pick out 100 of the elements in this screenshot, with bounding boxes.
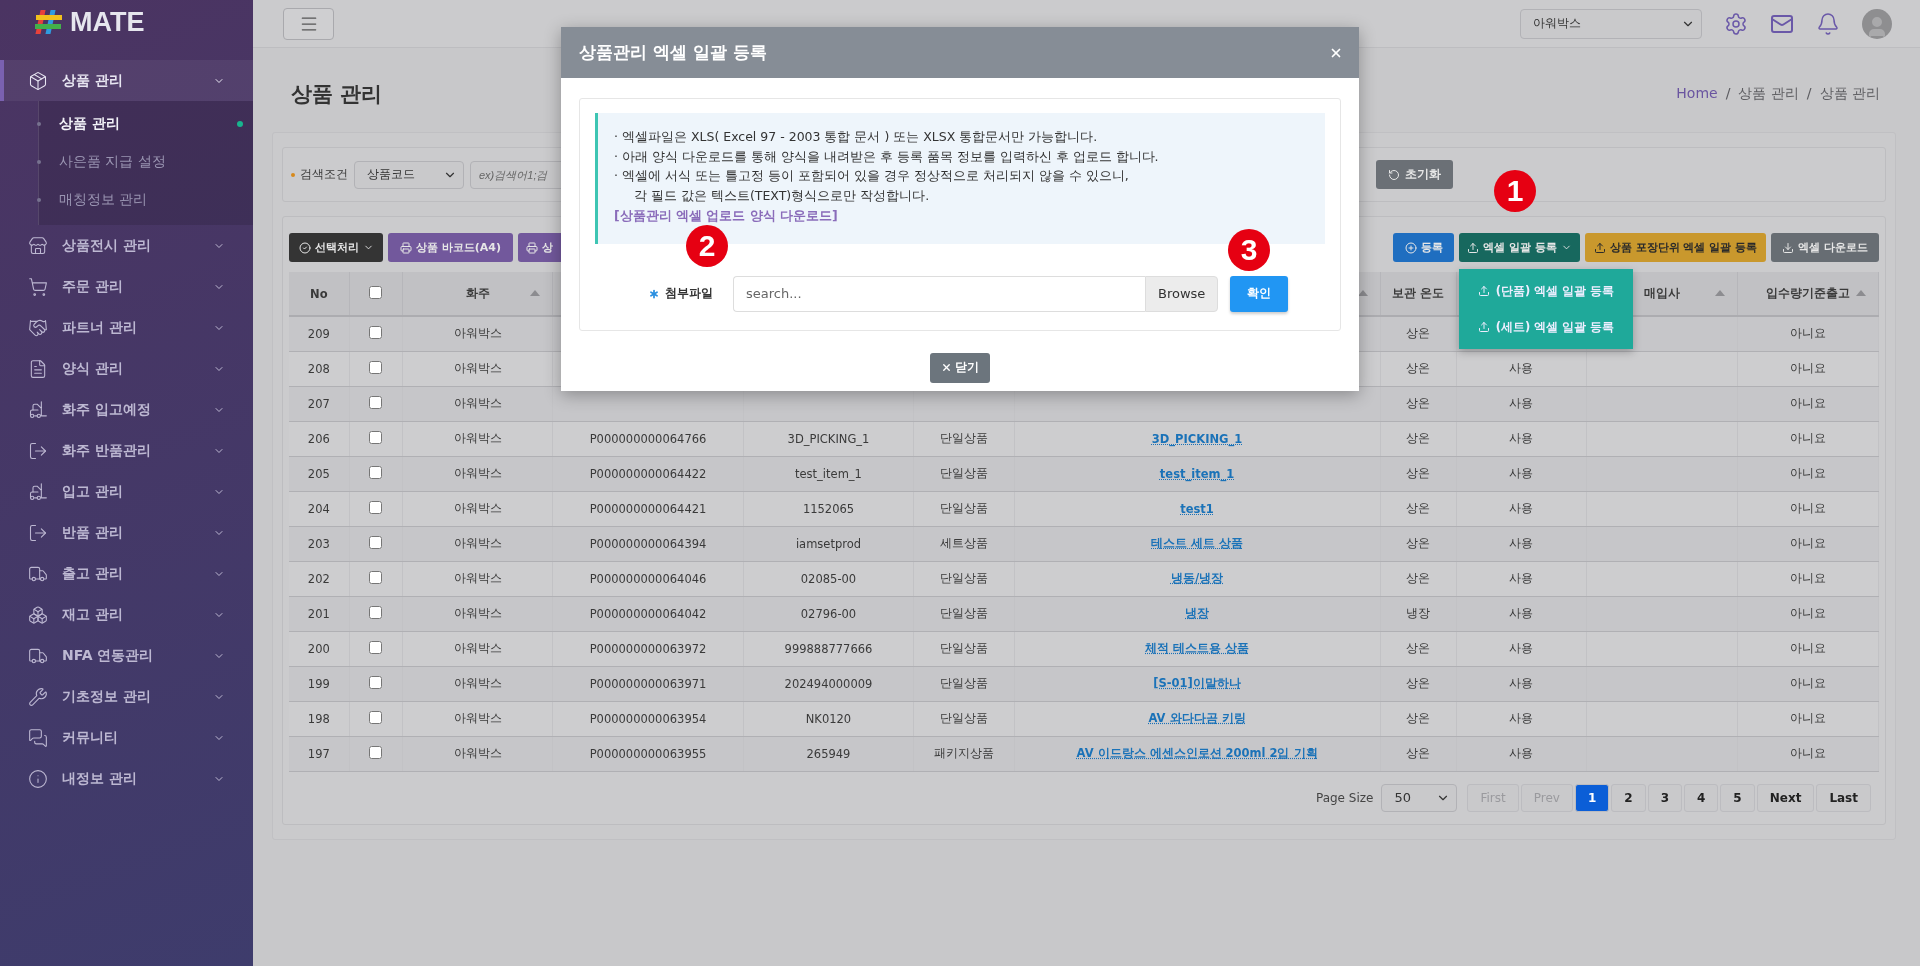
table-cell: 사용: [1509, 641, 1534, 655]
row-checkbox[interactable]: [369, 465, 383, 479]
sidebar-item[interactable]: 입고 관리: [0, 471, 253, 512]
row-checkbox[interactable]: [369, 640, 383, 654]
product-name-link[interactable]: AV 와다다곰 키링: [1148, 711, 1246, 725]
column-header: 화주: [465, 286, 490, 300]
table-cell: 아니요: [1789, 746, 1826, 760]
sidebar-subitem[interactable]: 매칭정보 관리: [39, 181, 253, 219]
confirm-button[interactable]: 확인: [1230, 275, 1289, 312]
table-cell: 상온: [1406, 711, 1431, 725]
table-cell: 단일상품: [939, 466, 988, 480]
product-name-link[interactable]: 3D_PICKING_1: [1151, 431, 1243, 446]
product-name-link[interactable]: [S-01]이말하나: [1153, 676, 1241, 690]
settings-icon[interactable]: [1724, 11, 1748, 36]
browse-button[interactable]: Browse: [1145, 275, 1219, 312]
product-name-link[interactable]: 냉장: [1185, 606, 1209, 620]
row-checkbox[interactable]: [369, 745, 383, 759]
row-checkbox[interactable]: [369, 500, 383, 514]
sidebar-item[interactable]: 커뮤니티: [0, 717, 253, 758]
required-dot: [291, 172, 295, 177]
sidebar-item[interactable]: 기초정보 관리: [0, 676, 253, 717]
sidebar-item[interactable]: 상품전시 관리: [0, 225, 253, 266]
toolbar-button[interactable]: 상품 포장단위 엑셀 일괄 등록: [1585, 233, 1766, 262]
file-path-field[interactable]: search...: [733, 275, 1145, 312]
table-cell: 198: [307, 711, 330, 726]
page-button[interactable]: 1: [1574, 783, 1610, 812]
sidebar-item[interactable]: 양식 관리: [0, 348, 253, 389]
page-button[interactable]: 4: [1684, 783, 1719, 812]
product-name-link[interactable]: test_item_1: [1159, 466, 1235, 481]
table-cell: 단일상품: [939, 676, 988, 690]
row-checkbox[interactable]: [369, 675, 383, 689]
row-checkbox[interactable]: [369, 710, 383, 724]
table-cell: 단일상품: [939, 431, 988, 445]
table-cell: P000000000063954: [589, 711, 707, 726]
search-field-select[interactable]: 상품코드: [354, 160, 464, 189]
toolbar-button[interactable]: 선택처리: [289, 233, 383, 262]
sidebar-item[interactable]: NFA 연동관리: [0, 635, 253, 676]
row-checkbox[interactable]: [369, 535, 383, 549]
template-download-link[interactable]: [상품관리 엑셀 업로드 양식 다운로드]: [614, 208, 838, 223]
notification-bell-icon[interactable]: [1816, 11, 1840, 36]
handshake-icon: [28, 317, 48, 338]
page-button[interactable]: 5: [1720, 783, 1755, 812]
table-cell: P000000000064394: [589, 536, 707, 551]
row-checkbox[interactable]: [369, 605, 383, 619]
table-cell: 999888777666: [784, 641, 873, 656]
toolbar-button[interactable]: 상품 바코드(A4): [388, 233, 513, 262]
page-button[interactable]: Next: [1756, 783, 1815, 812]
toolbar-button[interactable]: 등록: [1393, 233, 1454, 262]
page-button[interactable]: 3: [1647, 783, 1682, 812]
table-cell: P000000000064042: [589, 606, 707, 621]
instruction-text: · 아래 양식 다운로드를 통해 양식을 내려받은 후 등록 품목 정보를 입력하신 후 업로드 합니다.: [614, 147, 1160, 166]
table-cell: 단일상품: [939, 711, 988, 725]
sidebar-item[interactable]: 화주 입고예정: [0, 389, 253, 430]
row-checkbox[interactable]: [369, 360, 383, 374]
row-checkbox[interactable]: [369, 570, 383, 584]
sidebar-item[interactable]: 출고 관리: [0, 553, 253, 594]
sidebar-item[interactable]: 상품 관리: [0, 60, 253, 101]
sidebar-item[interactable]: 주문 관리: [0, 266, 253, 307]
page-size-select[interactable]: 50: [1381, 783, 1458, 812]
close-button[interactable]: 닫기: [930, 352, 990, 383]
sidebar-subitem[interactable]: 상품 관리: [39, 105, 253, 143]
page-button[interactable]: 2: [1611, 783, 1646, 812]
sidebar-subitem[interactable]: 사은품 지급 설정: [39, 143, 253, 181]
menu-button[interactable]: [283, 7, 334, 40]
table-cell: 1152065: [802, 501, 855, 516]
table-cell: 상온: [1406, 746, 1431, 760]
reset-button[interactable]: 초기화: [1376, 160, 1453, 189]
breadcrumb-link[interactable]: Home: [1676, 85, 1718, 103]
store-select[interactable]: 아워박스: [1520, 8, 1702, 39]
sort-icon[interactable]: [1357, 290, 1368, 296]
sidebar-item[interactable]: 화주 반품관리: [0, 430, 253, 471]
table-cell: P000000000064766: [589, 431, 707, 446]
product-name-link[interactable]: 냉동/냉장: [1170, 571, 1224, 585]
sidebar-item[interactable]: 내정보 관리: [0, 758, 253, 799]
table-cell: 아워박스: [453, 536, 502, 550]
row-checkbox[interactable]: [369, 430, 383, 444]
table-cell: 3D_PICKING_1: [787, 431, 870, 446]
product-name-link[interactable]: 테스트 세트 상품: [1151, 536, 1244, 550]
product-name-link[interactable]: AV 이드랑스 에센스인로션 200ml 2입 기획: [1076, 746, 1318, 760]
toolbar-button[interactable]: 엑셀 다운로드: [1771, 233, 1879, 262]
sidebar-item[interactable]: 재고 관리: [0, 594, 253, 635]
sidebar-item[interactable]: 파트너 관리: [0, 307, 253, 348]
table-cell: 02085-00: [800, 571, 857, 586]
table-cell: P000000000064422: [589, 466, 707, 481]
row-checkbox[interactable]: [369, 325, 383, 339]
table-cell: 사용: [1509, 501, 1534, 515]
table-cell: 202: [307, 571, 330, 586]
upload-icon: [1593, 241, 1606, 254]
product-name-link[interactable]: 체적 테스트용 상품: [1145, 641, 1250, 655]
file-label: 첨부파일: [665, 285, 713, 302]
toolbar-button[interactable]: 엑셀 일괄 등록: [1459, 233, 1580, 262]
page-button[interactable]: Last: [1816, 783, 1871, 812]
table-cell: 아니요: [1789, 571, 1826, 585]
table-cell: 사용: [1509, 606, 1534, 620]
table-cell: 패키지상품: [933, 746, 994, 760]
select-all-checkbox[interactable]: [369, 285, 383, 299]
row-checkbox[interactable]: [369, 395, 383, 409]
sidebar-item[interactable]: 반품 관리: [0, 512, 253, 553]
product-name-link[interactable]: test1: [1180, 501, 1214, 516]
close-icon: [941, 362, 952, 373]
